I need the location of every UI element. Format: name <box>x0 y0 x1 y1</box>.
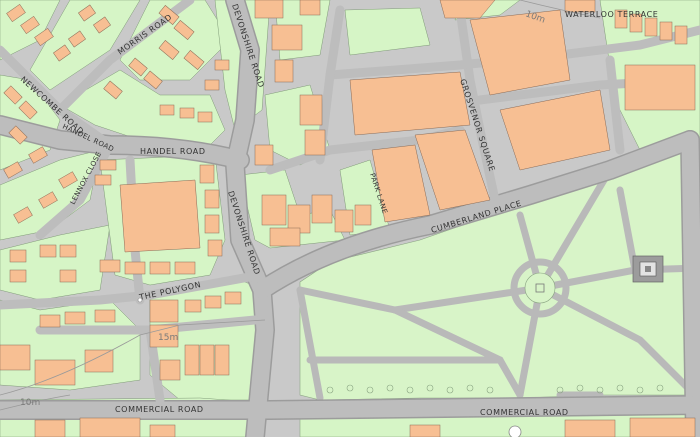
label-handel-road: HANDEL ROAD <box>140 147 206 156</box>
map-view[interactable]: 15m 10m 10m WATERLOO TERRACE MORRIS ROAD… <box>0 0 700 437</box>
contour-label-10: 10m <box>20 398 40 408</box>
label-waterloo-terrace: WATERLOO TERRACE <box>565 10 658 19</box>
label-commercial-road-west: COMMERCIAL ROAD <box>115 405 204 414</box>
building-block-grosvenor-north <box>349 71 471 136</box>
circus-centre <box>524 272 556 304</box>
map-canvas: 15m 10m 10m WATERLOO TERRACE MORRIS ROAD… <box>0 0 700 437</box>
building-block-handel <box>119 179 201 253</box>
label-commercial-road-east: COMMERCIAL ROAD <box>480 408 569 417</box>
contour-label-15: 15m <box>158 333 178 343</box>
